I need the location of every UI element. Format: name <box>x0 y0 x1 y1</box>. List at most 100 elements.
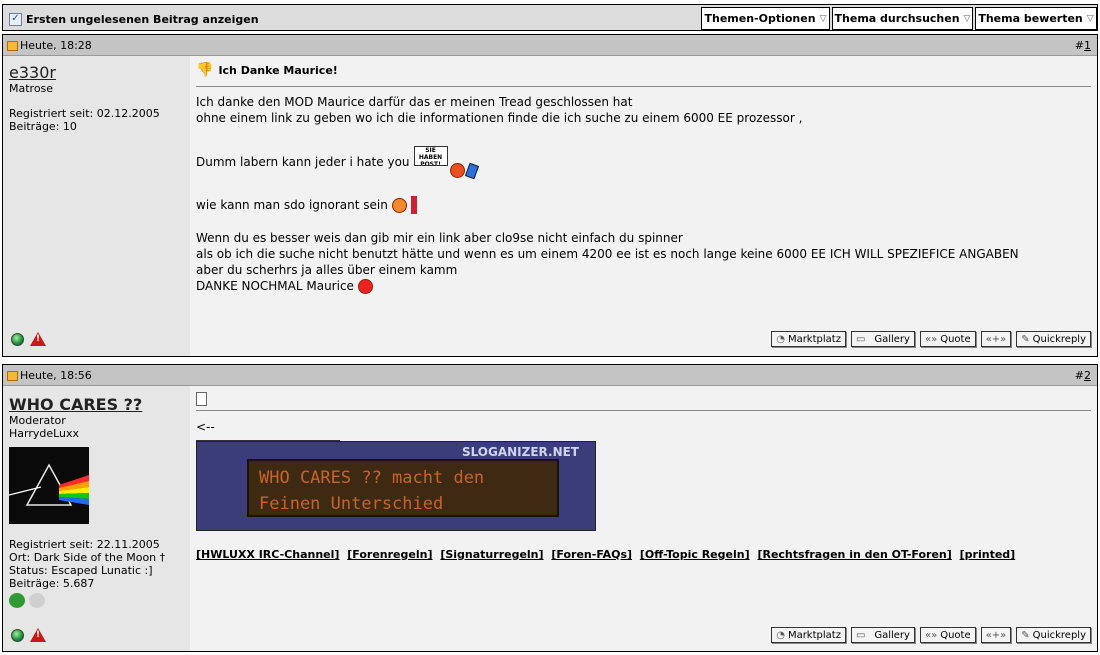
post-number-link[interactable]: 1 <box>1084 39 1091 52</box>
username-link[interactable]: e330r <box>9 64 184 82</box>
message-line-text: DANKE NOCHMAL Maurice <box>196 279 354 293</box>
quote-label: Quote <box>940 333 971 345</box>
thread-toolbar: ✓ Ersten ungelesenen Beitrag anzeigen Th… <box>2 4 1098 31</box>
message-line: aber du scherhrs ja alles über einem kam… <box>196 263 458 277</box>
quote-button[interactable]: «» Quote <box>919 331 976 347</box>
post-header: Heute, 18:56 #2 <box>3 365 1097 386</box>
smiley-hammer-icon <box>391 197 407 213</box>
banner-brand: SLOGANIZER.NET <box>461 445 579 459</box>
message-line: Dumm labern kann jeder i hate you SIE HA… <box>196 146 1091 180</box>
sign-smiley-icon: SIE HABEN POST! <box>413 146 479 180</box>
clover-award-icon <box>9 593 25 608</box>
signature-link[interactable]: [printed] <box>960 548 1016 561</box>
user-registered: Registriert seit: 22.11.2005 <box>9 538 160 551</box>
quickreply-label: Quickreply <box>1032 333 1086 345</box>
quote-icon: «» <box>924 333 938 345</box>
first-unread-link[interactable]: ✓ Ersten ungelesenen Beitrag anzeigen <box>9 11 259 27</box>
post-number-link[interactable]: 2 <box>1084 369 1091 382</box>
thumbs-down-icon: 👎 <box>196 62 214 78</box>
signature-links: [HWLUXX IRC-Channel] [Forenregeln] [Sign… <box>196 548 1091 561</box>
quickreply-button[interactable]: ✎ Quickreply <box>1016 331 1091 347</box>
post-message: Ich danke den MOD Maurice darfür das er … <box>196 94 1091 294</box>
dropdown-arrow-icon: ▽ <box>963 13 971 24</box>
online-status-icon <box>11 332 24 346</box>
prism-avatar-image <box>9 447 89 524</box>
user-registered: Registriert seit: 02.12.2005 <box>9 107 160 120</box>
quickreply-button[interactable]: ✎ Quickreply <box>1016 627 1091 643</box>
multiquote-button[interactable]: «+» <box>980 331 1012 347</box>
search-thread-button[interactable]: Thema durchsuchen ▽ <box>832 7 973 30</box>
signature-link[interactable]: [Forenregeln] <box>347 548 432 561</box>
user-title: HarrydeLuxx <box>9 427 80 440</box>
multiquote-icon: «+» <box>985 629 1007 641</box>
message-line: <-- <box>196 420 215 434</box>
message-line: Ich danke den MOD Maurice darfür das er … <box>196 95 633 109</box>
post-message: <-- <box>196 419 1091 435</box>
user-rank: Moderator <box>9 414 66 427</box>
user-info: WHO CARES ?? Moderator HarrydeLuxx Regis… <box>3 386 190 651</box>
post-date-text: Heute, 18:56 <box>20 369 92 382</box>
multiquote-icon: «+» <box>985 333 1007 345</box>
quote-label: Quote <box>940 629 971 641</box>
post-title <box>196 392 1091 411</box>
quote-button[interactable]: «» Quote <box>919 627 976 643</box>
signature-link[interactable]: [Rechtsfragen in den OT-Foren] <box>757 548 951 561</box>
marktplatz-label: Marktplatz <box>787 333 841 345</box>
message-line: ohne einem link zu geben wo ich die info… <box>196 111 803 125</box>
gallery-button[interactable]: ▭ Gallery <box>850 331 915 347</box>
angry-smiley-icon <box>357 278 373 294</box>
message-line-text: Dumm labern kann jeder i hate you <box>196 155 410 169</box>
pencil-icon: ✎ <box>1021 629 1030 641</box>
search-thread-label: Thema durchsuchen <box>834 12 960 25</box>
quickreply-label: Quickreply <box>1032 629 1086 641</box>
multiquote-button[interactable]: «+» <box>980 627 1012 643</box>
post-number: #1 <box>1074 39 1091 52</box>
document-icon <box>196 392 207 406</box>
thread-options-button[interactable]: Themen-Optionen ▽ <box>701 7 830 30</box>
gallery-button[interactable]: ▭ Gallery <box>850 627 915 643</box>
sign-board: SIE HABEN POST! <box>413 146 448 166</box>
message-line: wie kann man sdo ignorant sein <box>196 196 1091 214</box>
mail-icon <box>464 162 479 180</box>
marktplatz-label: Marktplatz <box>787 629 841 641</box>
post-status-icons <box>11 332 46 346</box>
quote-icon: «» <box>924 629 938 641</box>
marktplatz-button[interactable]: ◔ Marktplatz <box>771 331 846 347</box>
signature-link[interactable]: [Signaturregeln] <box>440 548 543 561</box>
banner-line: Feinen Unterschied <box>259 494 444 514</box>
smiley-icon <box>449 163 465 178</box>
dropdown-arrow-icon: ▽ <box>1086 13 1094 24</box>
first-unread-label: Ersten ungelesenen Beitrag anzeigen <box>26 12 259 26</box>
post-icon <box>7 40 18 51</box>
post-header: Heute, 18:28 #1 <box>3 35 1097 56</box>
rate-thread-label: Thema bewerten <box>978 12 1083 25</box>
user-awards <box>9 593 184 608</box>
signature-link[interactable]: [Off-Topic Regeln] <box>640 548 750 561</box>
marktplatz-icon: ◔ <box>776 333 785 345</box>
marktplatz-button[interactable]: ◔ Marktplatz <box>771 627 846 643</box>
banner-line: WHO CARES ?? macht den <box>259 468 485 488</box>
user-location: Ort: Dark Side of the Moon † <box>9 551 166 564</box>
username-link[interactable]: WHO CARES ?? <box>9 396 184 414</box>
pencil-icon: ✎ <box>1021 333 1030 345</box>
thread-options-label: Themen-Optionen <box>704 12 816 25</box>
hammer-icon <box>410 196 417 214</box>
post-body: e330r Matrose Registriert seit: 02.12.20… <box>3 56 1097 356</box>
post-content: <-- SLOGANIZER.NET WHO CARES ?? macht de… <box>190 386 1097 651</box>
report-post-icon[interactable] <box>30 628 46 642</box>
gallery-icon: ▭ <box>855 333 866 345</box>
message-line-text: wie kann man sdo ignorant sein <box>196 198 388 212</box>
checkbox-icon: ✓ <box>9 12 22 26</box>
rate-thread-button[interactable]: Thema bewerten ▽ <box>975 7 1097 30</box>
post-date-text: Heute, 18:28 <box>20 39 92 52</box>
user-posts: Beiträge: 5.687 <box>9 577 95 590</box>
post-2: Heute, 18:56 #2 WHO CARES ?? Moderator H… <box>2 364 1098 652</box>
user-status: Status: Escaped Lunatic :] <box>9 564 153 577</box>
post-date: Heute, 18:56 <box>7 369 92 382</box>
signature-link[interactable]: [HWLUXX IRC-Channel] <box>196 548 339 561</box>
message-line: Wenn du es besser weis dan gib mir ein l… <box>196 231 683 245</box>
signature-link[interactable]: [Foren-FAQs] <box>551 548 632 561</box>
report-post-icon[interactable] <box>30 332 46 346</box>
user-rank: Matrose <box>9 82 54 95</box>
avatar <box>9 447 89 524</box>
